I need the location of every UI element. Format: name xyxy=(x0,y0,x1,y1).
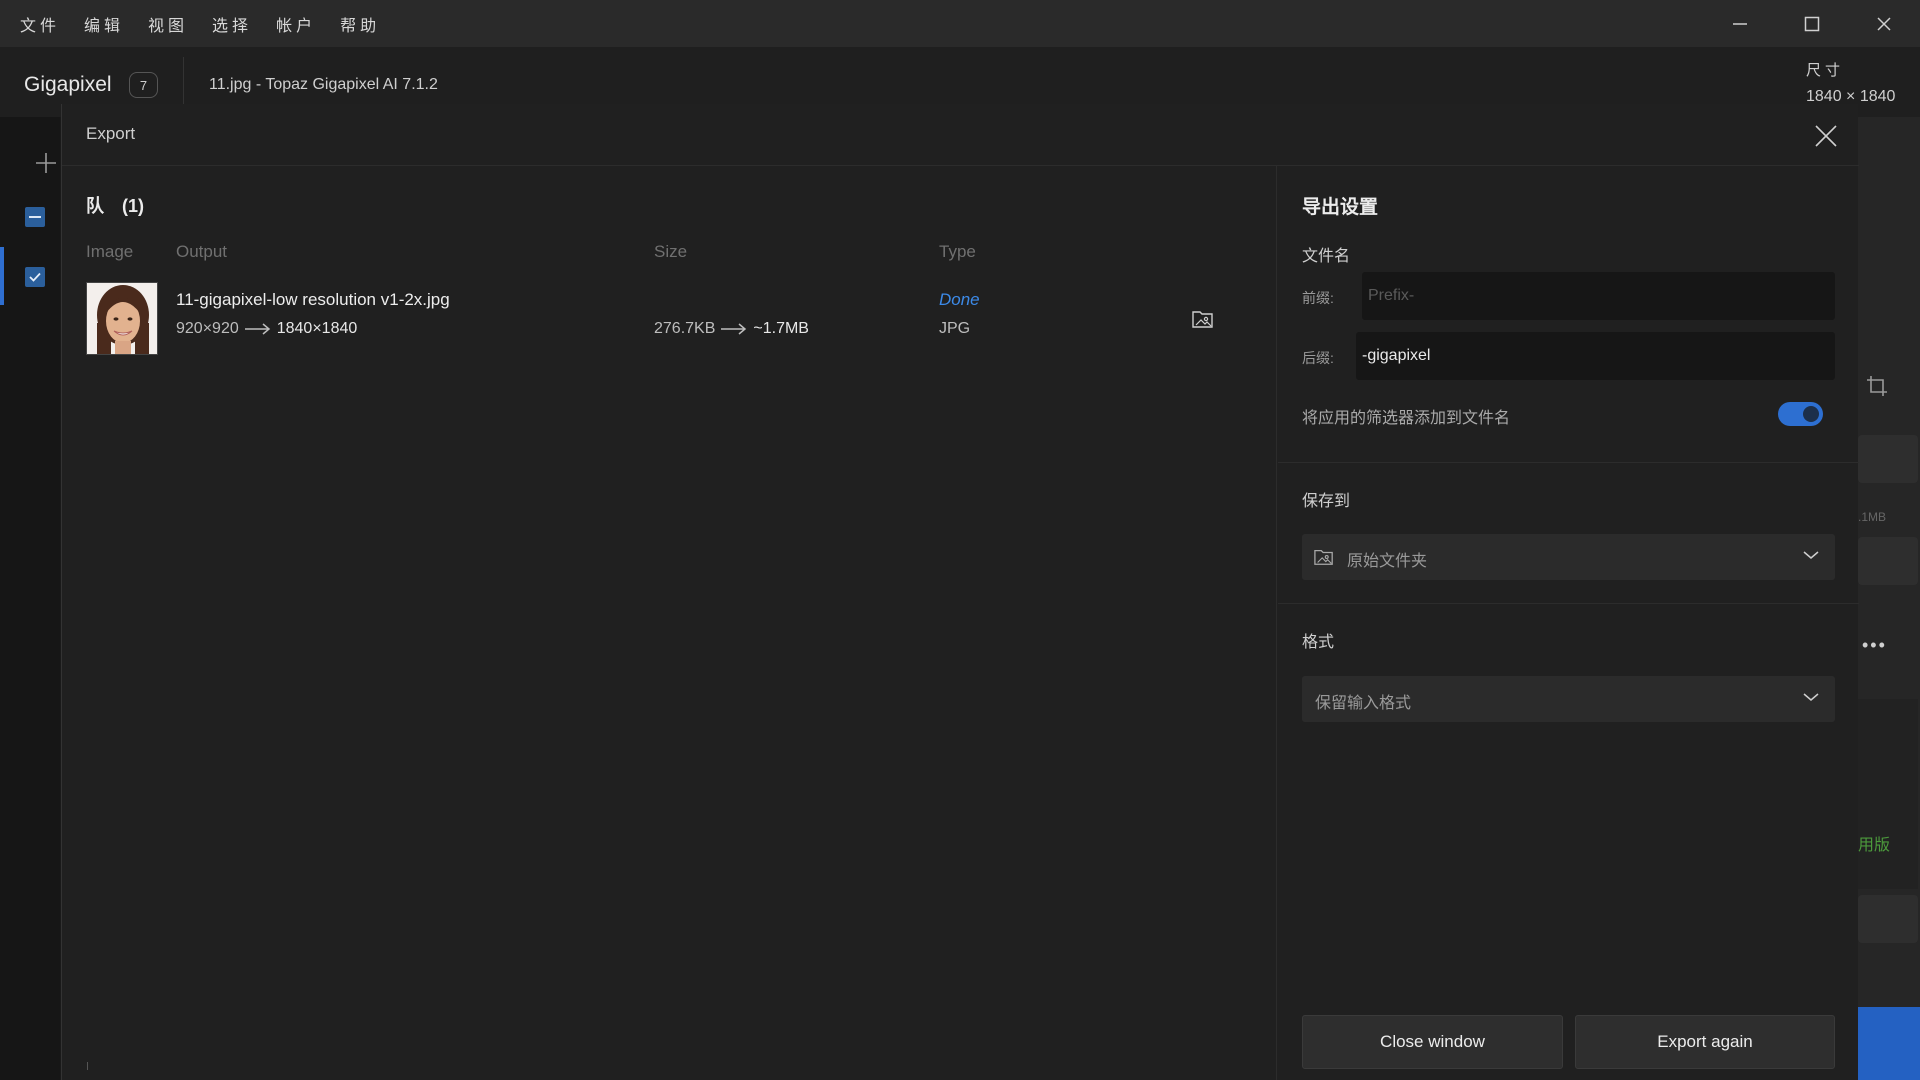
column-header-output: Output xyxy=(176,242,228,261)
portrait-thumbnail-art xyxy=(87,283,157,354)
output-type: JPG xyxy=(939,320,971,337)
dimension-label: 尺寸 xyxy=(1806,62,1845,79)
queue-panel: 队 (1) Image Output Size Type 11-gigapixe… xyxy=(62,166,1277,1080)
menu-items: 文件 编辑 视图 选择 帐户 帮助 xyxy=(0,12,380,36)
header-divider xyxy=(183,57,184,107)
toggle-knob xyxy=(1803,406,1819,422)
prefix-input[interactable] xyxy=(1362,272,1835,320)
crop-icon[interactable] xyxy=(1866,375,1888,397)
image-thumbnail xyxy=(86,282,158,355)
background-size-text: .1MB xyxy=(1858,510,1887,524)
format-value: 保留输入格式 xyxy=(1315,695,1412,712)
close-icon xyxy=(1815,125,1837,147)
background-panel xyxy=(1858,699,1918,889)
minimize-icon xyxy=(1733,22,1747,25)
folder-image-icon xyxy=(1314,550,1333,565)
output-filename: 11-gigapixel-low resolution v1-2x.jpg xyxy=(176,290,450,309)
save-to-section-label: 保存到 xyxy=(1302,493,1351,510)
output-dimensions: 920×920 1840×1840 xyxy=(176,320,357,338)
menu-view[interactable]: 视图 xyxy=(148,12,188,36)
modal-close-button[interactable] xyxy=(1812,122,1840,150)
append-filters-toggle[interactable] xyxy=(1778,402,1823,426)
menu-file[interactable]: 文件 xyxy=(20,12,60,36)
maximize-button[interactable] xyxy=(1776,0,1848,47)
status-badge: Done xyxy=(939,290,980,309)
left-sidebar xyxy=(0,117,60,1080)
background-control xyxy=(1858,537,1918,585)
append-filters-label: 将应用的筛选器添加到文件名 xyxy=(1302,410,1511,427)
section-divider xyxy=(1278,462,1859,463)
prefix-field-container xyxy=(1362,272,1835,320)
arrow-right-icon xyxy=(721,323,747,335)
plus-icon[interactable] xyxy=(34,151,58,175)
filename-section-label: 文件名 xyxy=(1302,248,1351,265)
folder-image-icon[interactable] xyxy=(1191,308,1215,330)
queue-title: 队 (1) xyxy=(86,196,144,216)
export-settings-panel: 导出设置 文件名 前缀: 后缀: 将应用的筛选器添加到文件名 保存到 原始文件夹… xyxy=(1278,166,1859,1080)
queue-footer-mark xyxy=(87,1062,88,1070)
arrow-right-icon xyxy=(244,323,270,335)
settings-title: 导出设置 xyxy=(1302,197,1379,218)
document-title: 11.jpg - Topaz Gigapixel AI 7.1.2 xyxy=(209,76,438,93)
background-primary-button xyxy=(1858,1007,1920,1080)
modal-header: Export xyxy=(62,104,1859,166)
right-panel-background: .1MB ••• 用版 xyxy=(1858,117,1920,1080)
suffix-field-container xyxy=(1356,332,1835,380)
size-to: ~1.7MB xyxy=(753,320,809,337)
export-again-button[interactable]: Export again xyxy=(1575,1015,1835,1069)
column-header-type: Type xyxy=(939,242,976,261)
save-to-dropdown[interactable]: 原始文件夹 xyxy=(1302,534,1835,580)
window-controls xyxy=(1704,0,1920,47)
column-header-size: Size xyxy=(654,242,688,261)
save-to-value: 原始文件夹 xyxy=(1347,553,1428,570)
maximize-icon xyxy=(1804,16,1820,31)
suffix-label: 后缀: xyxy=(1302,350,1334,366)
column-header-image: Image xyxy=(86,242,134,261)
modal-title: Export xyxy=(86,124,136,143)
output-size: 276.7KB ~1.7MB xyxy=(654,320,809,338)
image-count-badge: 7 xyxy=(129,72,158,98)
window-close-button[interactable] xyxy=(1848,0,1920,47)
format-section-label: 格式 xyxy=(1302,634,1335,651)
background-control xyxy=(1858,895,1918,943)
queue-row: 11-gigapixel-low resolution v1-2x.jpg 92… xyxy=(86,282,1256,356)
suffix-input[interactable] xyxy=(1356,332,1835,380)
background-green-text: 用版 xyxy=(1858,837,1891,854)
select-all-checkbox[interactable] xyxy=(25,207,45,227)
format-dropdown[interactable]: 保留输入格式 xyxy=(1302,676,1835,722)
more-icon[interactable]: ••• xyxy=(1862,635,1887,656)
export-modal: Export 队 (1) Image Output Size Type 11-g… xyxy=(61,104,1859,1080)
item-checkbox[interactable] xyxy=(25,267,45,287)
menu-edit[interactable]: 编辑 xyxy=(84,12,124,36)
close-icon xyxy=(1877,16,1891,31)
chevron-down-icon xyxy=(1803,693,1819,701)
dims-from: 920×920 xyxy=(176,320,239,337)
dims-to: 1840×1840 xyxy=(276,320,358,337)
menu-bar: 文件 编辑 视图 选择 帐户 帮助 xyxy=(0,0,1920,47)
checkbox-icon xyxy=(29,272,41,282)
menu-account[interactable]: 帐户 xyxy=(276,12,316,36)
menu-help[interactable]: 帮助 xyxy=(340,12,380,36)
chevron-down-icon xyxy=(1803,551,1819,559)
selected-item-indicator xyxy=(0,247,4,305)
section-divider xyxy=(1278,603,1859,604)
menu-select[interactable]: 选择 xyxy=(212,12,252,36)
size-from: 276.7KB xyxy=(654,320,716,337)
close-window-button[interactable]: Close window xyxy=(1302,1015,1563,1069)
background-control xyxy=(1858,435,1918,483)
app-name: Gigapixel xyxy=(24,73,112,96)
prefix-label: 前缀: xyxy=(1302,290,1334,306)
minimize-button[interactable] xyxy=(1704,0,1776,47)
